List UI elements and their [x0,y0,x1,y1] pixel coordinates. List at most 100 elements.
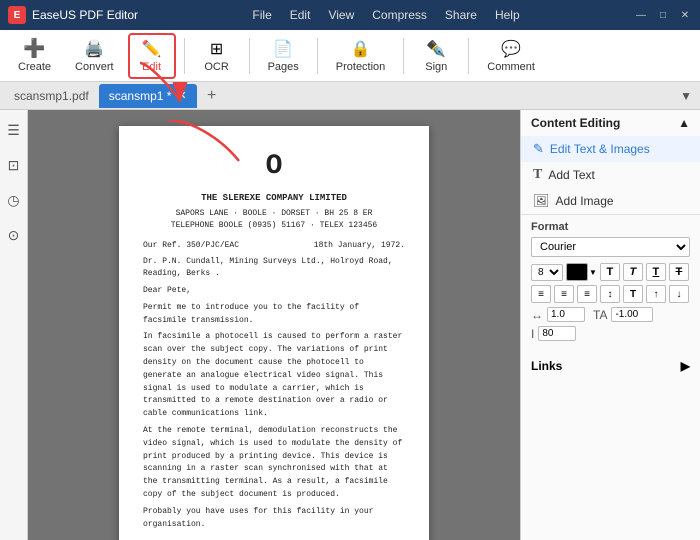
toolbar-separator-4 [403,38,404,74]
extra-spacing-input[interactable] [538,326,576,341]
menu-share[interactable]: Share [445,8,477,22]
text-direction-button[interactable]: T [623,285,643,303]
align-row: ≡ ≡ ≡ ↕ T ↑ ↓ [531,285,690,303]
align-justify-button[interactable]: ↕ [600,285,620,303]
font-family-select[interactable]: Courier [531,237,690,257]
h-spacing-icon: ↔ [531,308,543,322]
add-text-icon: T [533,167,542,183]
edit-text-images-icon: ✎ [533,141,544,157]
protection-label: Protection [336,61,386,73]
tab-dropdown-button[interactable]: ▼ [676,89,696,103]
format-title: Format [531,221,690,233]
tab-scansmp1[interactable]: scansmp1.pdf [4,84,99,108]
sign-label: Sign [425,61,447,73]
tab-add-button[interactable]: + [201,85,223,107]
tab-scansmp1-edit[interactable]: scansmp1 * ✕ [99,84,197,108]
sidebar-thumbnail-icon[interactable]: ☰ [3,118,24,143]
extra-spacing-row: I [531,326,690,341]
comment-icon: 💬 [501,39,521,59]
font-size-select[interactable]: 8 [531,264,563,281]
ocr-button[interactable]: ⊞ OCR [193,35,241,77]
ocr-icon: ⊞ [210,39,223,59]
edit-icon: ✏️ [142,39,162,59]
pdf-body: Dr. P.N. Cundall, Mining Surveys Ltd., H… [143,256,405,540]
right-panel: Content Editing ▲ ✎ Edit Text & Images T… [520,110,700,540]
add-image-item[interactable]: 🖼 Add Image [521,188,700,214]
edit-button[interactable]: ✏️ Edit [128,33,176,79]
add-text-item[interactable]: T Add Text [521,162,700,188]
sidebar-search-icon[interactable]: ⊙ [4,223,24,248]
menu-file[interactable]: File [252,8,271,22]
add-text-label: Add Text [548,168,594,182]
add-image-icon: 🖼 [533,193,550,209]
align-left-button[interactable]: ≡ [531,285,551,303]
menu-compress[interactable]: Compress [372,8,427,22]
add-image-label: Add Image [556,194,614,208]
content-editing-title: Content Editing [531,116,620,130]
comment-label: Comment [487,61,535,73]
align-center-button[interactable]: ≡ [554,285,574,303]
pdf-telephone: TELEPHONE BOOLE (0935) 51167 · TELEX 123… [143,220,405,232]
pdf-para1: Permit me to introduce you to the facili… [143,302,405,328]
pages-label: Pages [268,61,299,73]
bold-button[interactable]: T [600,263,620,281]
pages-icon: 📄 [273,39,293,59]
menu-bar: File Edit View Compress Share Help [252,8,519,22]
convert-button[interactable]: 🖨️ Convert [65,35,124,77]
content-editing-header[interactable]: Content Editing ▲ [521,110,700,136]
sidebar-bookmark-icon[interactable]: ⊡ [4,153,24,178]
app-logo: E [8,6,26,24]
align-right-button[interactable]: ≡ [577,285,597,303]
window-controls: — □ ✕ [634,8,692,22]
strikethrough-button[interactable]: T [669,263,689,281]
ocr-label: OCR [204,61,228,73]
toolbar-separator-2 [249,38,250,74]
pdf-recipient: Dr. P.N. Cundall, Mining Surveys Ltd., H… [143,256,405,282]
format-section: Format Courier 8 ▼ T T T T ≡ ≡ ≡ ↕ T [521,215,700,351]
app-name: EaseUS PDF Editor [32,8,138,22]
pdf-greeting: Dear Pete, [143,285,405,298]
toolbar-separator-3 [317,38,318,74]
maximize-button[interactable]: □ [656,8,670,22]
create-icon: ➕ [23,38,45,59]
menu-help[interactable]: Help [495,8,520,22]
font-color-box[interactable] [566,263,588,281]
minimize-button[interactable]: — [634,8,648,22]
sidebar-history-icon[interactable]: ◷ [3,188,23,213]
sign-button[interactable]: ✒️ Sign [412,35,460,77]
v-spacing-label: TA [593,308,607,322]
links-header[interactable]: Links ▶ [531,355,690,377]
tab-label-1: scansmp1 * [109,89,172,103]
edit-text-images-item[interactable]: ✎ Edit Text & Images [521,136,700,162]
extra-spacing-icon: I [531,327,534,341]
content-editing-collapse-icon: ▲ [678,116,690,130]
convert-icon: 🖨️ [84,39,104,59]
toolbar-separator-1 [184,38,185,74]
pages-button[interactable]: 📄 Pages [258,35,309,77]
pdf-para3: At the remote terminal, demodulation rec… [143,425,405,502]
convert-label: Convert [75,61,114,73]
v-spacing-input[interactable] [611,307,653,322]
color-dropdown-icon[interactable]: ▼ [589,268,597,277]
create-button[interactable]: ➕ Create [8,34,61,77]
close-button[interactable]: ✕ [678,8,692,22]
links-expand-icon: ▶ [681,359,690,373]
underline-button[interactable]: T [646,263,666,281]
italic-button[interactable]: T [623,263,643,281]
h-spacing-input[interactable] [547,307,585,322]
subscript-button[interactable]: ↓ [669,285,689,303]
pdf-para4: Probably you have uses for this facility… [143,506,405,532]
font-size-row: 8 ▼ T T T T [531,263,690,281]
links-title: Links [531,359,562,373]
menu-view[interactable]: View [328,8,354,22]
superscript-button[interactable]: ↑ [646,285,666,303]
tabs-bar: scansmp1.pdf scansmp1 * ✕ + ▼ [0,82,700,110]
comment-button[interactable]: 💬 Comment [477,35,545,77]
title-bar: E EaseUS PDF Editor File Edit View Compr… [0,0,700,30]
menu-edit[interactable]: Edit [290,8,311,22]
tab-close-button[interactable]: ✕ [177,89,186,102]
protection-button[interactable]: 🔒 Protection [326,35,396,77]
pdf-company-name: THE SLEREXE COMPANY LIMITED [143,192,405,206]
protection-icon: 🔒 [351,39,371,59]
edit-text-images-label: Edit Text & Images [550,142,650,156]
